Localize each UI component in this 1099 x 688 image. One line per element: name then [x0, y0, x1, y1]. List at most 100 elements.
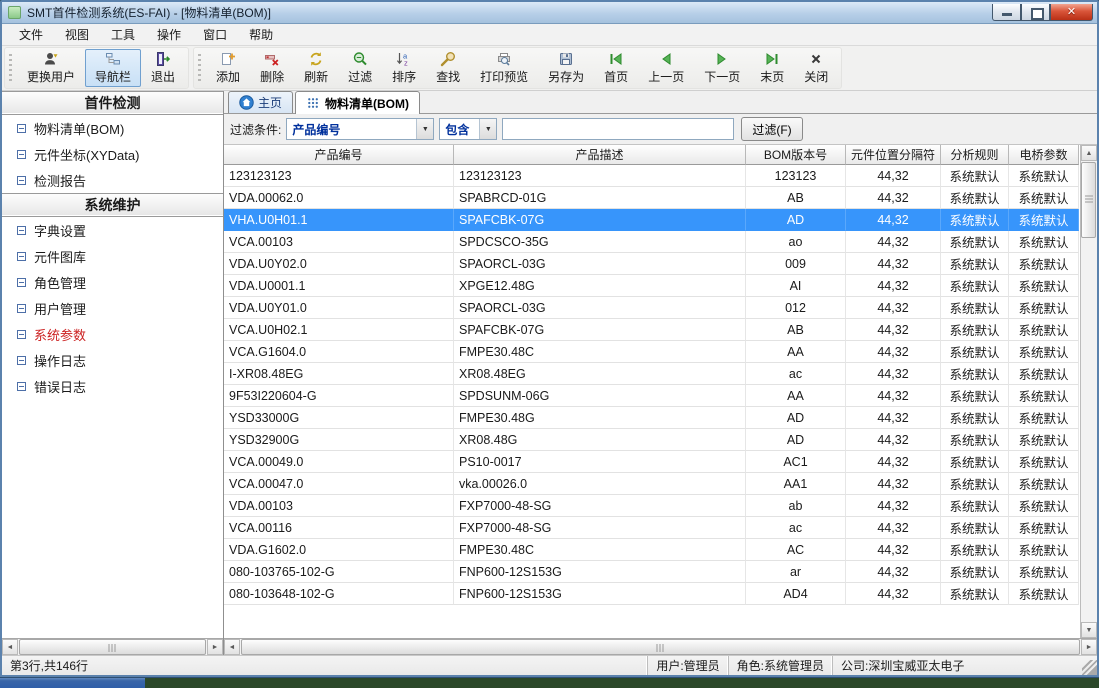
- table-hscroll-track[interactable]: [240, 639, 1081, 655]
- filter-text-input[interactable]: [502, 118, 734, 140]
- toolbar-button-filter-magnifier[interactable]: 过滤: [338, 49, 382, 87]
- restore-button[interactable]: [1021, 4, 1050, 21]
- collapse-box-icon[interactable]: [17, 124, 26, 133]
- table-row[interactable]: VDA.00103FXP7000-48-SGab44,32系统默认系统默认: [224, 495, 1080, 517]
- menu-item[interactable]: 帮助: [238, 23, 284, 46]
- table-row[interactable]: VDA.U0Y01.0SPAORCL-03G01244,32系统默认系统默认: [224, 297, 1080, 319]
- table-row[interactable]: VCA.00047.0vka.00026.0AA144,32系统默认系统默认: [224, 473, 1080, 495]
- toolbar-button-save-as-floppy[interactable]: 另存为: [538, 49, 594, 87]
- toolbar-button-first-page[interactable]: 首页: [594, 49, 638, 87]
- filter-field-dropdown[interactable]: 产品编号 ▼: [286, 118, 434, 140]
- chevron-down-icon[interactable]: ▼: [416, 119, 433, 139]
- toolbar-button-last-page[interactable]: 末页: [750, 49, 794, 87]
- toolbar-button-nav-panel[interactable]: 导航栏: [85, 49, 141, 87]
- scroll-right-icon[interactable]: ►: [207, 639, 223, 655]
- table-vscroll-track[interactable]: [1081, 161, 1097, 622]
- sidebar-item[interactable]: 检测报告: [2, 167, 223, 193]
- sidebar-hscroll-track[interactable]: [18, 639, 207, 655]
- sidebar-item[interactable]: 字典设置: [2, 217, 223, 243]
- toolbar-grip-handle[interactable]: [9, 54, 14, 82]
- table-row[interactable]: VDA.00062.0SPABRCD-01GAB44,32系统默认系统默认: [224, 187, 1080, 209]
- scroll-up-icon[interactable]: ▲: [1081, 145, 1097, 161]
- collapse-box-icon[interactable]: [17, 278, 26, 287]
- table-row[interactable]: 12312312312312312312312344,32系统默认系统默认: [224, 165, 1080, 187]
- toolbar-button-find-magnifier[interactable]: 查找: [426, 49, 470, 87]
- table-row[interactable]: VCA.00116FXP7000-48-SGac44,32系统默认系统默认: [224, 517, 1080, 539]
- collapse-box-icon[interactable]: [17, 150, 26, 159]
- table-row[interactable]: YSD32900GXR08.48GAD44,32系统默认系统默认: [224, 429, 1080, 451]
- refresh-arrows-icon: [308, 51, 324, 67]
- collapse-box-icon[interactable]: [17, 226, 26, 235]
- column-header[interactable]: 产品编号: [224, 145, 454, 165]
- menu-item[interactable]: 窗口: [192, 23, 238, 46]
- table-row[interactable]: VHA.U0H01.1SPAFCBK-07GAD44,32系统默认系统默认: [224, 209, 1080, 231]
- table-row[interactable]: VCA.U0H02.1SPAFCBK-07GAB44,32系统默认系统默认: [224, 319, 1080, 341]
- sidebar-item[interactable]: 用户管理: [2, 295, 223, 321]
- table-cell: ac: [746, 517, 846, 539]
- scroll-left-icon[interactable]: ◄: [2, 639, 18, 655]
- scroll-down-icon[interactable]: ▼: [1081, 622, 1097, 638]
- collapse-box-icon[interactable]: [17, 330, 26, 339]
- menu-item[interactable]: 视图: [54, 23, 100, 46]
- toolbar-button-sort-az[interactable]: az排序: [382, 49, 426, 87]
- tab-bom-grid[interactable]: 物料清单(BOM): [295, 91, 420, 114]
- collapse-box-icon[interactable]: [17, 176, 26, 185]
- toolbar-button-print-preview[interactable]: 打印预览: [470, 49, 538, 87]
- collapse-box-icon[interactable]: [17, 356, 26, 365]
- sidebar-item[interactable]: 物料清单(BOM): [2, 115, 223, 141]
- sidebar-item[interactable]: 系统参数: [2, 321, 223, 347]
- scroll-right-icon[interactable]: ►: [1081, 639, 1097, 655]
- title-bar[interactable]: SMT首件检测系统(ES-FAI) - [物料清单(BOM)]: [2, 2, 1097, 24]
- collapse-box-icon[interactable]: [17, 382, 26, 391]
- chevron-down-icon[interactable]: ▼: [479, 119, 496, 139]
- toolbar-button-close-x[interactable]: 关闭: [794, 49, 838, 87]
- minimize-button[interactable]: [992, 4, 1021, 21]
- table-vscroll-thumb[interactable]: [1081, 162, 1096, 238]
- resize-grip[interactable]: [1082, 660, 1097, 675]
- table-hscroll-thumb[interactable]: [241, 639, 1080, 655]
- table-row[interactable]: VDA.G1602.0FMPE30.48CAC44,32系统默认系统默认: [224, 539, 1080, 561]
- toolbar-button-add-document[interactable]: 添加: [206, 49, 250, 87]
- sidebar-item[interactable]: 元件图库: [2, 243, 223, 269]
- sidebar-item[interactable]: 错误日志: [2, 373, 223, 399]
- toolbar-button-prev-page[interactable]: 上一页: [638, 49, 694, 87]
- toolbar-button-refresh-arrows[interactable]: 刷新: [294, 49, 338, 87]
- sidebar-item[interactable]: 角色管理: [2, 269, 223, 295]
- close-button[interactable]: [1050, 4, 1093, 21]
- toolbar-button-next-page[interactable]: 下一页: [694, 49, 750, 87]
- scroll-left-icon[interactable]: ◄: [224, 639, 240, 655]
- sidebar-hscrollbar[interactable]: ◄ ►: [2, 638, 223, 655]
- column-header[interactable]: 元件位置分隔符: [846, 145, 941, 165]
- table-row[interactable]: VCA.00049.0PS10-0017AC144,32系统默认系统默认: [224, 451, 1080, 473]
- column-header[interactable]: 分析规则: [941, 145, 1009, 165]
- menu-item[interactable]: 工具: [100, 23, 146, 46]
- sidebar-hscroll-thumb[interactable]: [19, 639, 206, 655]
- tab-home[interactable]: 主页: [228, 91, 293, 113]
- table-row[interactable]: 080-103648-102-GFNP600-12S153GAD444,32系统…: [224, 583, 1080, 605]
- menu-item[interactable]: 操作: [146, 23, 192, 46]
- filter-apply-button[interactable]: 过滤(F): [741, 117, 802, 141]
- toolbar-grip-handle[interactable]: [198, 54, 203, 82]
- table-row[interactable]: VDA.U0Y02.0SPAORCL-03G00944,32系统默认系统默认: [224, 253, 1080, 275]
- toolbar-button-exit-door[interactable]: 退出: [141, 49, 185, 87]
- table-hscrollbar[interactable]: ◄ ►: [224, 638, 1097, 655]
- column-header[interactable]: BOM版本号: [746, 145, 846, 165]
- menu-item[interactable]: 文件: [8, 23, 54, 46]
- sidebar-item[interactable]: 元件坐标(XYData): [2, 141, 223, 167]
- filter-operator-dropdown[interactable]: 包含 ▼: [439, 118, 497, 140]
- table-vscrollbar[interactable]: ▲ ▼: [1080, 145, 1097, 638]
- collapse-box-icon[interactable]: [17, 252, 26, 261]
- sidebar-item[interactable]: 操作日志: [2, 347, 223, 373]
- table-row[interactable]: 080-103765-102-GFNP600-12S153Gar44,32系统默…: [224, 561, 1080, 583]
- table-row[interactable]: VCA.G1604.0FMPE30.48CAA44,32系统默认系统默认: [224, 341, 1080, 363]
- toolbar-button-user-switch[interactable]: 更换用户: [17, 49, 85, 87]
- toolbar-button-delete-red-x[interactable]: 删除: [250, 49, 294, 87]
- column-header[interactable]: 产品描述: [454, 145, 746, 165]
- collapse-box-icon[interactable]: [17, 304, 26, 313]
- table-row[interactable]: YSD33000GFMPE30.48GAD44,32系统默认系统默认: [224, 407, 1080, 429]
- table-row[interactable]: VDA.U0001.1XPGE12.48GAI44,32系统默认系统默认: [224, 275, 1080, 297]
- table-row[interactable]: VCA.00103SPDCSCO-35Gao44,32系统默认系统默认: [224, 231, 1080, 253]
- table-row[interactable]: 9F53I220604-GSPDSUNM-06GAA44,32系统默认系统默认: [224, 385, 1080, 407]
- table-row[interactable]: I-XR08.48EGXR08.48EGac44,32系统默认系统默认: [224, 363, 1080, 385]
- column-header[interactable]: 电桥参数: [1009, 145, 1079, 165]
